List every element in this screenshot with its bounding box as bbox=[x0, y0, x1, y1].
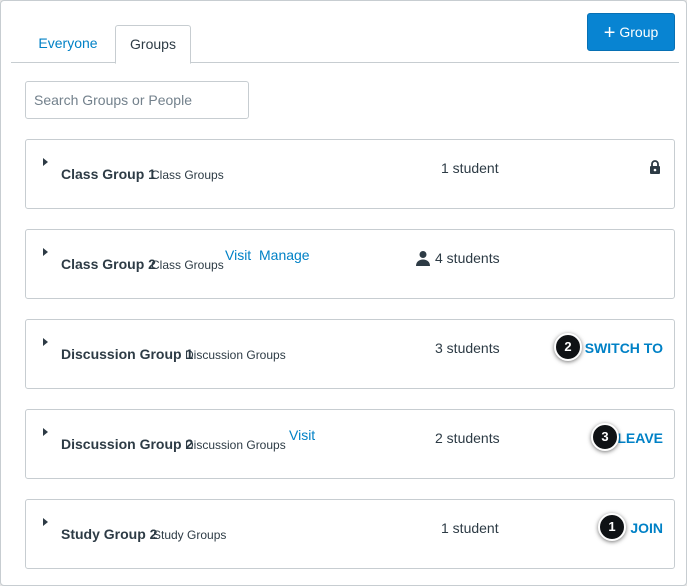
expand-caret-icon[interactable] bbox=[43, 428, 48, 436]
group-category: Discussion Groups bbox=[185, 348, 286, 362]
visit-link[interactable]: Visit bbox=[225, 247, 251, 263]
join-button[interactable]: JOIN bbox=[630, 520, 663, 536]
callout-badge: 1 bbox=[598, 513, 626, 541]
manage-link[interactable]: Manage bbox=[259, 247, 310, 263]
callout-badge: 3 bbox=[591, 423, 619, 451]
group-name: Class Group 1 bbox=[61, 166, 156, 182]
group-row: Discussion Group 2 Discussion Groups Vis… bbox=[25, 409, 675, 479]
tab-groups[interactable]: Groups bbox=[115, 25, 191, 64]
group-category: Class Groups bbox=[151, 258, 224, 272]
group-name: Class Group 2 bbox=[61, 256, 156, 272]
search-input[interactable] bbox=[25, 81, 249, 119]
add-group-label: Group bbox=[619, 24, 659, 40]
tab-everyone[interactable]: Everyone bbox=[23, 25, 113, 63]
member-count: 2 students bbox=[435, 430, 500, 446]
tab-bar: Everyone Groups bbox=[11, 25, 679, 64]
plus-icon: + bbox=[603, 22, 616, 44]
group-category: Discussion Groups bbox=[185, 438, 286, 452]
group-row: Class Group 1 Class Groups 1 student bbox=[25, 139, 675, 209]
person-icon bbox=[416, 251, 430, 266]
expand-caret-icon[interactable] bbox=[43, 518, 48, 526]
switch-to-button[interactable]: SWITCH TO bbox=[585, 340, 663, 356]
expand-caret-icon[interactable] bbox=[43, 248, 48, 256]
group-row: Class Group 2 Class Groups Visit Manage … bbox=[25, 229, 675, 299]
group-category: Class Groups bbox=[151, 168, 224, 182]
member-count: 1 student bbox=[441, 160, 499, 176]
group-name: Discussion Group 2 bbox=[61, 436, 194, 452]
expand-caret-icon[interactable] bbox=[43, 158, 48, 166]
member-count: 3 students bbox=[435, 340, 500, 356]
group-name: Discussion Group 1 bbox=[61, 346, 194, 362]
group-category: Study Groups bbox=[153, 528, 227, 542]
expand-caret-icon[interactable] bbox=[43, 338, 48, 346]
member-count: 4 students bbox=[435, 250, 500, 266]
visit-link[interactable]: Visit bbox=[289, 427, 315, 443]
add-group-button[interactable]: + Group bbox=[587, 13, 675, 51]
group-name: Study Group 2 bbox=[61, 526, 158, 542]
group-row: Study Group 2 Study Groups 1 student JOI… bbox=[25, 499, 675, 569]
lock-icon bbox=[650, 160, 660, 174]
member-count: 1 student bbox=[441, 520, 499, 536]
callout-badge: 2 bbox=[554, 333, 582, 361]
leave-button[interactable]: LEAVE bbox=[617, 430, 663, 446]
groups-page: Everyone Groups +Group Class Group 1 Cla… bbox=[0, 0, 687, 586]
